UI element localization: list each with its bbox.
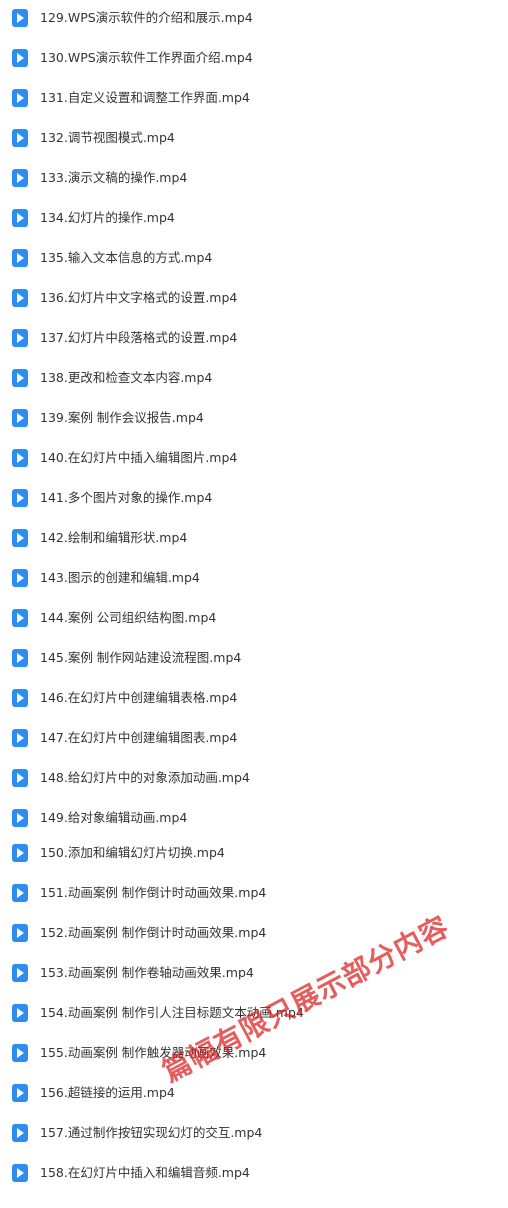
file-name: 136.幻灯片中文字格式的设置.mp4 bbox=[40, 290, 238, 305]
video-file-icon bbox=[12, 924, 28, 942]
video-file-icon bbox=[12, 409, 28, 427]
file-item[interactable]: 135.输入文本信息的方式.mp4 bbox=[0, 243, 508, 273]
file-item[interactable]: 138.更改和检查文本内容.mp4 bbox=[0, 363, 508, 393]
video-file-icon bbox=[12, 609, 28, 627]
file-item[interactable]: 141.多个图片对象的操作.mp4 bbox=[0, 483, 508, 513]
video-file-icon bbox=[12, 89, 28, 107]
video-file-icon bbox=[12, 1004, 28, 1022]
file-name: 158.在幻灯片中插入和编辑音频.mp4 bbox=[40, 1165, 250, 1180]
file-name: 152.动画案例 制作倒计时动画效果.mp4 bbox=[40, 925, 267, 940]
video-file-icon bbox=[12, 329, 28, 347]
file-name: 138.更改和检查文本内容.mp4 bbox=[40, 370, 213, 385]
file-name: 150.添加和编辑幻灯片切换.mp4 bbox=[40, 845, 225, 860]
file-name: 142.绘制和编辑形状.mp4 bbox=[40, 530, 188, 545]
file-item[interactable]: 156.超链接的运用.mp4 bbox=[0, 1078, 508, 1108]
video-file-icon bbox=[12, 1124, 28, 1142]
video-file-icon bbox=[12, 689, 28, 707]
file-name: 140.在幻灯片中插入编辑图片.mp4 bbox=[40, 450, 238, 465]
video-file-icon bbox=[12, 529, 28, 547]
file-item[interactable]: 133.演示文稿的操作.mp4 bbox=[0, 163, 508, 193]
file-item[interactable]: 143.图示的创建和编辑.mp4 bbox=[0, 563, 508, 593]
file-name: 156.超链接的运用.mp4 bbox=[40, 1085, 175, 1100]
file-item[interactable]: 151.动画案例 制作倒计时动画效果.mp4 bbox=[0, 878, 508, 908]
file-name: 154.动画案例 制作引人注目标题文本动画.mp4 bbox=[40, 1005, 304, 1020]
video-file-icon bbox=[12, 649, 28, 667]
file-item[interactable]: 145.案例 制作网站建设流程图.mp4 bbox=[0, 643, 508, 673]
file-name: 134.幻灯片的操作.mp4 bbox=[40, 210, 175, 225]
video-file-icon bbox=[12, 769, 28, 787]
video-file-icon bbox=[12, 729, 28, 747]
file-name: 148.给幻灯片中的对象添加动画.mp4 bbox=[40, 770, 250, 785]
file-name: 143.图示的创建和编辑.mp4 bbox=[40, 570, 200, 585]
file-item[interactable]: 154.动画案例 制作引人注目标题文本动画.mp4 bbox=[0, 998, 508, 1028]
file-item[interactable]: 131.自定义设置和调整工作界面.mp4 bbox=[0, 83, 508, 113]
file-name: 129.WPS演示软件的介绍和展示.mp4 bbox=[40, 10, 253, 25]
file-item[interactable]: 137.幻灯片中段落格式的设置.mp4 bbox=[0, 323, 508, 353]
file-name: 137.幻灯片中段落格式的设置.mp4 bbox=[40, 330, 238, 345]
file-item[interactable]: 132.调节视图模式.mp4 bbox=[0, 123, 508, 153]
file-item[interactable]: 153.动画案例 制作卷轴动画效果.mp4 bbox=[0, 958, 508, 988]
file-item[interactable]: 157.通过制作按钮实现幻灯的交互.mp4 bbox=[0, 1118, 508, 1148]
video-file-icon bbox=[12, 49, 28, 67]
file-name: 157.通过制作按钮实现幻灯的交互.mp4 bbox=[40, 1125, 263, 1140]
file-item[interactable]: 139.案例 制作会议报告.mp4 bbox=[0, 403, 508, 433]
file-name: 144.案例 公司组织结构图.mp4 bbox=[40, 610, 217, 625]
file-name: 141.多个图片对象的操作.mp4 bbox=[40, 490, 213, 505]
file-name: 147.在幻灯片中创建编辑图表.mp4 bbox=[40, 730, 238, 745]
file-item[interactable]: 144.案例 公司组织结构图.mp4 bbox=[0, 603, 508, 633]
video-file-icon bbox=[12, 844, 28, 862]
file-item[interactable]: 146.在幻灯片中创建编辑表格.mp4 bbox=[0, 683, 508, 713]
file-item[interactable]: 140.在幻灯片中插入编辑图片.mp4 bbox=[0, 443, 508, 473]
file-item[interactable]: 129.WPS演示软件的介绍和展示.mp4 bbox=[0, 3, 508, 33]
file-item[interactable]: 136.幻灯片中文字格式的设置.mp4 bbox=[0, 283, 508, 313]
video-file-icon bbox=[12, 569, 28, 587]
file-item[interactable]: 152.动画案例 制作倒计时动画效果.mp4 bbox=[0, 918, 508, 948]
video-file-icon bbox=[12, 249, 28, 267]
file-name: 132.调节视图模式.mp4 bbox=[40, 130, 175, 145]
file-name: 131.自定义设置和调整工作界面.mp4 bbox=[40, 90, 250, 105]
video-file-icon bbox=[12, 129, 28, 147]
file-item[interactable]: 147.在幻灯片中创建编辑图表.mp4 bbox=[0, 723, 508, 753]
file-list: 129.WPS演示软件的介绍和展示.mp4 130.WPS演示软件工作界面介绍.m… bbox=[0, 0, 508, 1208]
file-item[interactable]: 149.给对象编辑动画.mp4 bbox=[0, 803, 508, 833]
video-file-icon bbox=[12, 289, 28, 307]
video-file-icon bbox=[12, 169, 28, 187]
file-name: 149.给对象编辑动画.mp4 bbox=[40, 810, 188, 825]
video-file-icon bbox=[12, 489, 28, 507]
file-name: 155.动画案例 制作触发器动画效果.mp4 bbox=[40, 1045, 267, 1060]
file-item[interactable]: 158.在幻灯片中插入和编辑音频.mp4 bbox=[0, 1158, 508, 1188]
video-file-icon bbox=[12, 449, 28, 467]
video-file-icon bbox=[12, 884, 28, 902]
file-item[interactable]: 150.添加和编辑幻灯片切换.mp4 bbox=[0, 838, 508, 868]
file-item[interactable]: 130.WPS演示软件工作界面介绍.mp4 bbox=[0, 43, 508, 73]
file-name: 145.案例 制作网站建设流程图.mp4 bbox=[40, 650, 242, 665]
file-item[interactable]: 155.动画案例 制作触发器动画效果.mp4 bbox=[0, 1038, 508, 1068]
file-name: 133.演示文稿的操作.mp4 bbox=[40, 170, 188, 185]
video-file-icon bbox=[12, 1084, 28, 1102]
video-file-icon bbox=[12, 809, 28, 827]
file-name: 151.动画案例 制作倒计时动画效果.mp4 bbox=[40, 885, 267, 900]
file-name: 153.动画案例 制作卷轴动画效果.mp4 bbox=[40, 965, 254, 980]
video-file-icon bbox=[12, 1164, 28, 1182]
file-name: 139.案例 制作会议报告.mp4 bbox=[40, 410, 204, 425]
file-item[interactable]: 142.绘制和编辑形状.mp4 bbox=[0, 523, 508, 553]
file-item[interactable]: 134.幻灯片的操作.mp4 bbox=[0, 203, 508, 233]
file-name: 135.输入文本信息的方式.mp4 bbox=[40, 250, 213, 265]
video-file-icon bbox=[12, 1044, 28, 1062]
video-file-icon bbox=[12, 964, 28, 982]
video-file-icon bbox=[12, 9, 28, 27]
file-item[interactable]: 148.给幻灯片中的对象添加动画.mp4 bbox=[0, 763, 508, 793]
file-name: 146.在幻灯片中创建编辑表格.mp4 bbox=[40, 690, 238, 705]
video-file-icon bbox=[12, 369, 28, 387]
video-file-icon bbox=[12, 209, 28, 227]
file-name: 130.WPS演示软件工作界面介绍.mp4 bbox=[40, 50, 253, 65]
